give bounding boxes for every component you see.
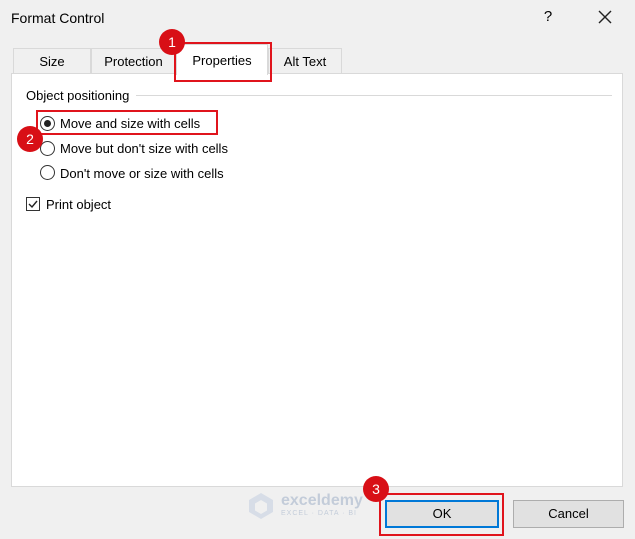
tab-alt-text[interactable]: Alt Text bbox=[268, 48, 342, 73]
group-divider bbox=[136, 95, 612, 96]
watermark-tagline: EXCEL · DATA · BI bbox=[281, 510, 357, 517]
close-button[interactable] bbox=[594, 6, 616, 28]
cancel-button[interactable]: Cancel bbox=[513, 500, 624, 528]
exceldemy-watermark: exceldemy EXCEL · DATA · BI bbox=[246, 491, 363, 521]
help-button[interactable]: ? bbox=[537, 6, 559, 28]
ok-button[interactable]: OK bbox=[385, 500, 499, 528]
radio-dont-move-or-size[interactable] bbox=[40, 165, 55, 180]
tab-properties[interactable]: Properties bbox=[176, 44, 268, 75]
watermark-name: exceldemy bbox=[281, 492, 363, 509]
checkmark-icon bbox=[28, 200, 38, 209]
step-badge-3: 3 bbox=[363, 476, 389, 502]
step-badge-2: 2 bbox=[17, 126, 43, 152]
option-move-not-size-label[interactable]: Move but don't size with cells bbox=[60, 141, 228, 156]
format-control-dialog: Format Control ? Size Protection Propert… bbox=[0, 0, 635, 539]
exceldemy-logo-icon bbox=[249, 493, 273, 519]
properties-panel bbox=[11, 73, 623, 487]
print-object-checkbox[interactable] bbox=[26, 197, 40, 211]
option-move-and-size-label[interactable]: Move and size with cells bbox=[60, 116, 200, 131]
tab-size[interactable]: Size bbox=[13, 48, 91, 73]
dialog-title: Format Control bbox=[11, 10, 105, 26]
option-dont-move-or-size-label[interactable]: Don't move or size with cells bbox=[60, 166, 224, 181]
close-x-icon bbox=[598, 10, 612, 24]
step-badge-1: 1 bbox=[159, 29, 185, 55]
print-object-label[interactable]: Print object bbox=[46, 197, 111, 212]
radio-move-and-size[interactable] bbox=[40, 116, 55, 131]
object-positioning-heading: Object positioning bbox=[26, 88, 130, 103]
